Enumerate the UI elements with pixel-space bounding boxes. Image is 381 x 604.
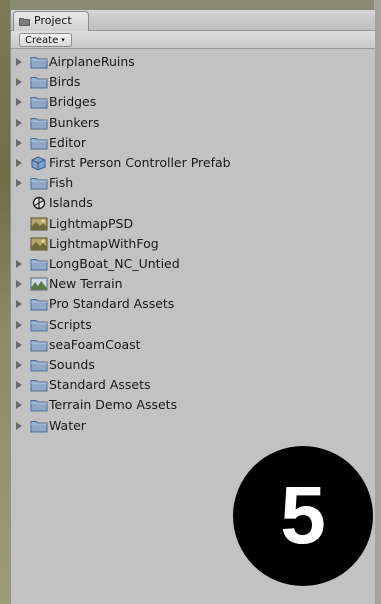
tree-item[interactable]: Pro Standard Assets bbox=[11, 294, 375, 314]
folder-icon bbox=[30, 297, 48, 311]
tree-item[interactable]: Islands bbox=[11, 193, 375, 213]
expand-arrow-icon[interactable] bbox=[16, 159, 22, 167]
expand-arrow-icon[interactable] bbox=[16, 78, 22, 86]
tree-item[interactable]: AirplaneRuins bbox=[11, 52, 375, 72]
expand-arrow-icon[interactable] bbox=[16, 260, 22, 268]
tree-item-label: LightmapWithFog bbox=[49, 236, 159, 251]
tree-item-label: LongBoat_NC_Untied bbox=[49, 256, 180, 271]
expand-arrow-icon[interactable] bbox=[16, 98, 22, 106]
project-panel: Project Create ▾ AirplaneRuins Birds Bridge… bbox=[10, 10, 375, 604]
tree-item-label: Sounds bbox=[49, 357, 95, 372]
folder-icon bbox=[30, 338, 48, 352]
folder-icon bbox=[30, 55, 48, 69]
texture-icon bbox=[30, 237, 48, 251]
tree-item[interactable]: Water bbox=[11, 416, 375, 436]
unity-scene-icon bbox=[30, 196, 48, 210]
folder-icon bbox=[30, 95, 48, 109]
folder-icon bbox=[30, 257, 48, 271]
expand-arrow-icon[interactable] bbox=[16, 341, 22, 349]
folder-icon bbox=[19, 18, 30, 26]
folder-icon bbox=[30, 419, 48, 433]
tree-item-label: Bunkers bbox=[49, 115, 100, 130]
tree-item-label: First Person Controller Prefab bbox=[49, 155, 231, 170]
create-button-label: Create bbox=[25, 35, 59, 46]
folder-icon bbox=[30, 116, 48, 130]
expand-arrow-icon[interactable] bbox=[16, 381, 22, 389]
tree-item-label: New Terrain bbox=[49, 276, 123, 291]
tree-item[interactable]: Fish bbox=[11, 173, 375, 193]
tree-item[interactable]: Sounds bbox=[11, 355, 375, 375]
project-toolbar: Create ▾ bbox=[11, 31, 375, 49]
tree-item[interactable]: Editor bbox=[11, 133, 375, 153]
folder-icon bbox=[30, 318, 48, 332]
expand-arrow-icon[interactable] bbox=[16, 422, 22, 430]
folder-icon bbox=[30, 176, 48, 190]
tree-item[interactable]: New Terrain bbox=[11, 274, 375, 294]
tree-item-label: Scripts bbox=[49, 317, 92, 332]
desktop-background-left bbox=[0, 0, 10, 604]
desktop-background-right bbox=[374, 0, 381, 604]
tree-item[interactable]: LightmapPSD bbox=[11, 214, 375, 234]
tree-item-label: Fish bbox=[49, 175, 74, 190]
tree-item-label: Editor bbox=[49, 135, 86, 150]
tree-item-label: Water bbox=[49, 418, 86, 433]
tree-item-label: AirplaneRuins bbox=[49, 54, 135, 69]
expand-arrow-icon[interactable] bbox=[16, 401, 22, 409]
tree-item[interactable]: Bunkers bbox=[11, 113, 375, 133]
folder-icon bbox=[30, 398, 48, 412]
step-number-badge: 5 bbox=[233, 446, 373, 586]
expand-arrow-icon[interactable] bbox=[16, 58, 22, 66]
tree-item[interactable]: Birds bbox=[11, 72, 375, 92]
tree-item-label: seaFoamCoast bbox=[49, 337, 141, 352]
tree-item[interactable]: Bridges bbox=[11, 92, 375, 112]
tree-item-label: Standard Assets bbox=[49, 377, 151, 392]
tree-item-label: LightmapPSD bbox=[49, 216, 134, 231]
tree-item[interactable]: Standard Assets bbox=[11, 375, 375, 395]
texture-icon bbox=[30, 217, 48, 231]
tree-item[interactable]: LongBoat_NC_Untied bbox=[11, 254, 375, 274]
tab-project-label: Project bbox=[34, 14, 72, 27]
folder-icon bbox=[30, 75, 48, 89]
tree-item-label: Terrain Demo Assets bbox=[49, 397, 178, 412]
tree-item[interactable]: LightmapWithFog bbox=[11, 234, 375, 254]
step-number: 5 bbox=[280, 470, 326, 561]
expand-arrow-icon[interactable] bbox=[16, 280, 22, 288]
expand-arrow-icon[interactable] bbox=[16, 300, 22, 308]
expand-arrow-icon[interactable] bbox=[16, 119, 22, 127]
tree-item-label: Islands bbox=[49, 195, 93, 210]
expand-arrow-icon[interactable] bbox=[16, 361, 22, 369]
tree-item[interactable]: Terrain Demo Assets bbox=[11, 395, 375, 415]
prefab-icon bbox=[30, 156, 48, 171]
expand-arrow-icon[interactable] bbox=[16, 321, 22, 329]
tree-item[interactable]: Scripts bbox=[11, 315, 375, 335]
tree-item[interactable]: seaFoamCoast bbox=[11, 335, 375, 355]
folder-icon bbox=[30, 358, 48, 372]
tree-item-label: Bridges bbox=[49, 94, 97, 109]
tree-item-label: Pro Standard Assets bbox=[49, 296, 175, 311]
folder-icon bbox=[30, 378, 48, 392]
tree-item[interactable]: First Person Controller Prefab bbox=[11, 153, 375, 173]
tree-item-label: Birds bbox=[49, 74, 81, 89]
chevron-down-icon: ▾ bbox=[61, 36, 65, 44]
tab-bar: Project bbox=[11, 10, 375, 31]
create-button[interactable]: Create ▾ bbox=[19, 33, 72, 47]
folder-icon bbox=[30, 136, 48, 150]
tab-project[interactable]: Project bbox=[13, 11, 89, 31]
expand-arrow-icon[interactable] bbox=[16, 179, 22, 187]
expand-arrow-icon[interactable] bbox=[16, 139, 22, 147]
terrain-icon bbox=[30, 277, 48, 291]
